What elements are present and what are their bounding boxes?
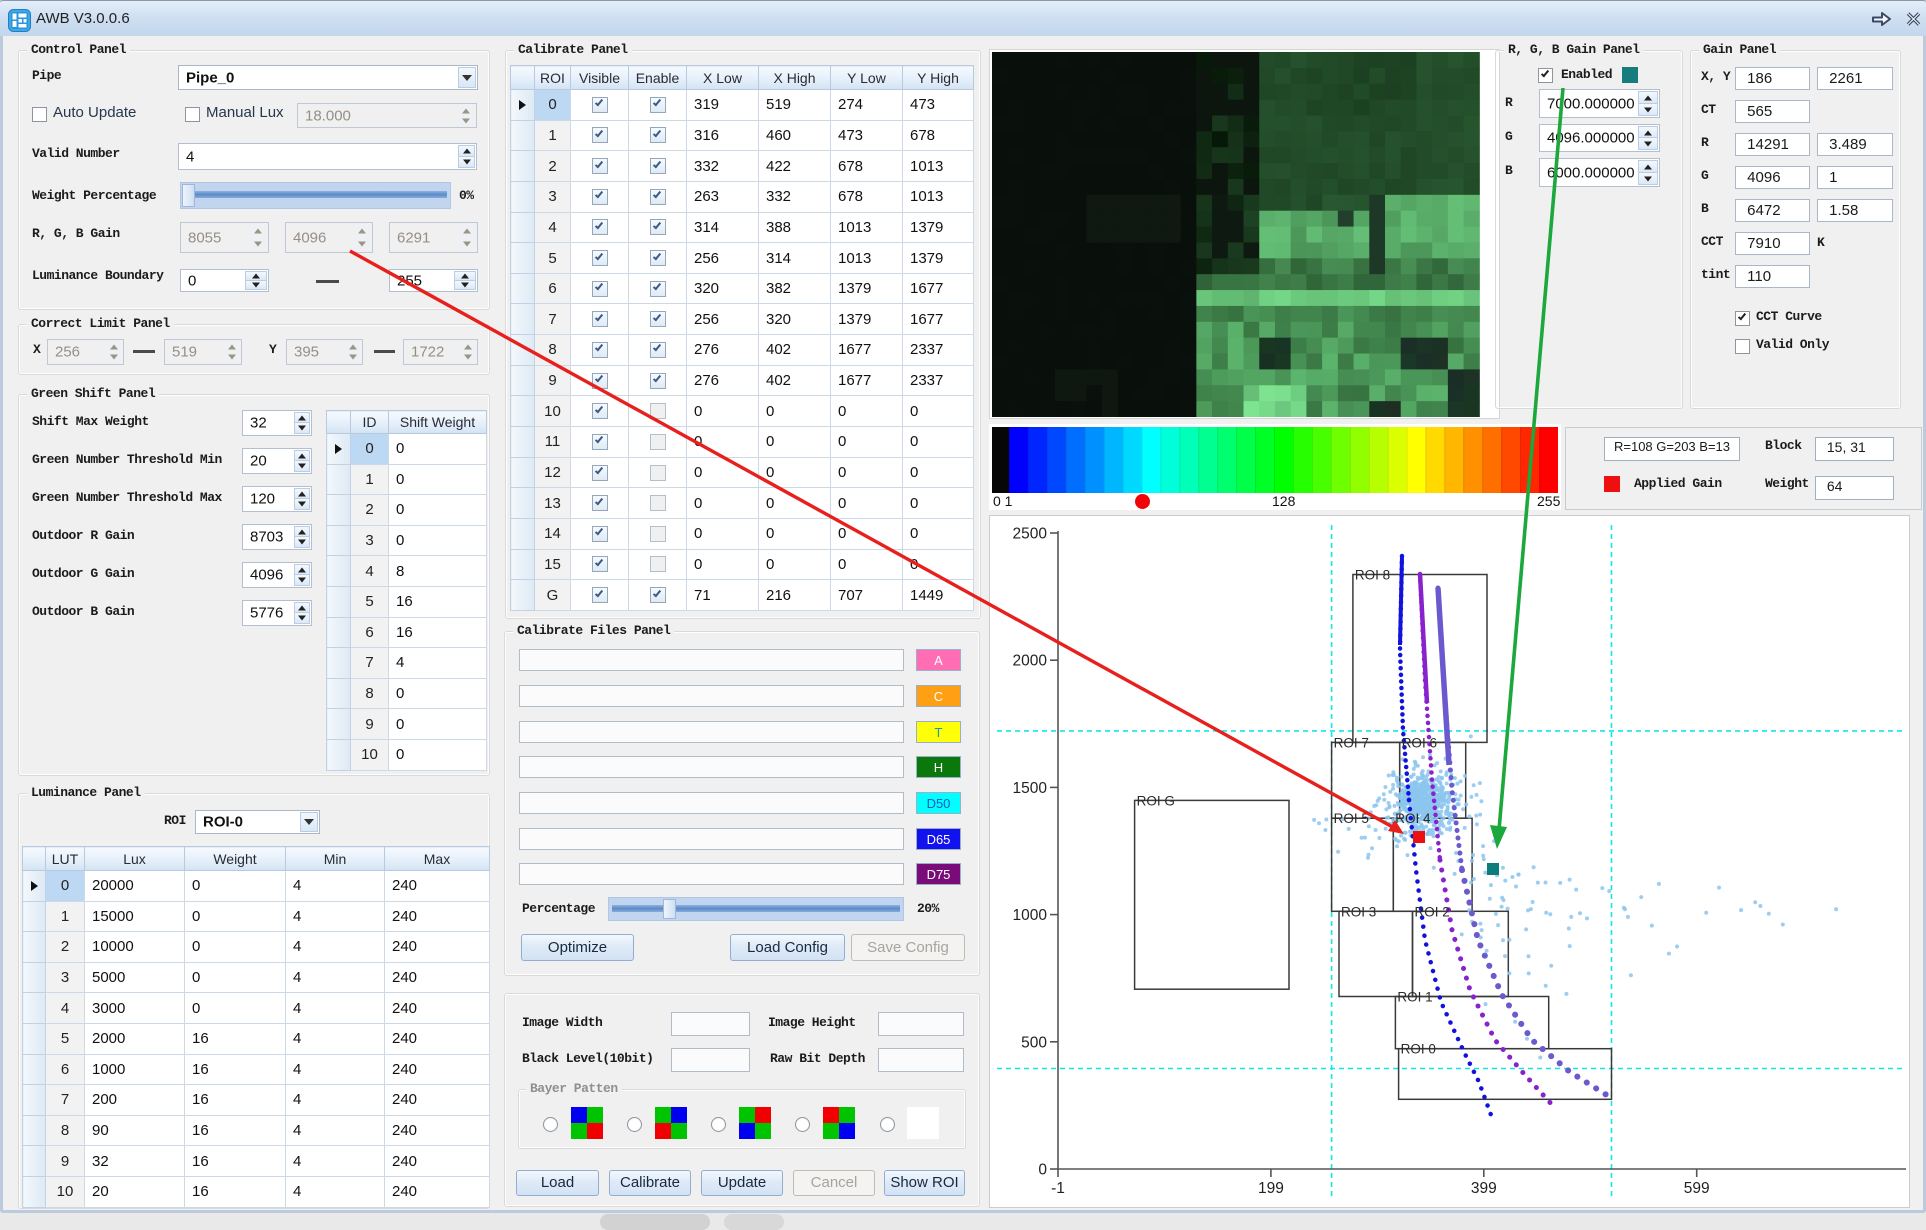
svg-text:2000: 2000 — [1013, 653, 1048, 670]
svg-text:ROI 3: ROI 3 — [1341, 904, 1376, 919]
svg-text:399: 399 — [1471, 1180, 1497, 1197]
svg-text:1000: 1000 — [1013, 907, 1048, 924]
svg-text:199: 199 — [1258, 1180, 1284, 1197]
svg-text:599: 599 — [1684, 1180, 1710, 1197]
svg-text:-1: -1 — [1051, 1180, 1065, 1197]
svg-text:2500: 2500 — [1013, 526, 1048, 543]
svg-text:ROI 8: ROI 8 — [1355, 568, 1390, 583]
svg-text:ROI 6: ROI 6 — [1402, 735, 1437, 750]
svg-text:ROI 2: ROI 2 — [1415, 904, 1450, 919]
svg-text:ROI G: ROI G — [1137, 793, 1175, 808]
svg-text:ROI 7: ROI 7 — [1334, 735, 1369, 750]
svg-text:ROI 5: ROI 5 — [1334, 811, 1369, 826]
svg-text:1500: 1500 — [1013, 780, 1048, 797]
svg-text:500: 500 — [1021, 1034, 1047, 1051]
svg-text:0: 0 — [1038, 1162, 1047, 1179]
svg-text:ROI 0: ROI 0 — [1401, 1042, 1436, 1057]
svg-text:ROI 4: ROI 4 — [1395, 811, 1431, 826]
svg-text:ROI 1: ROI 1 — [1397, 990, 1432, 1005]
